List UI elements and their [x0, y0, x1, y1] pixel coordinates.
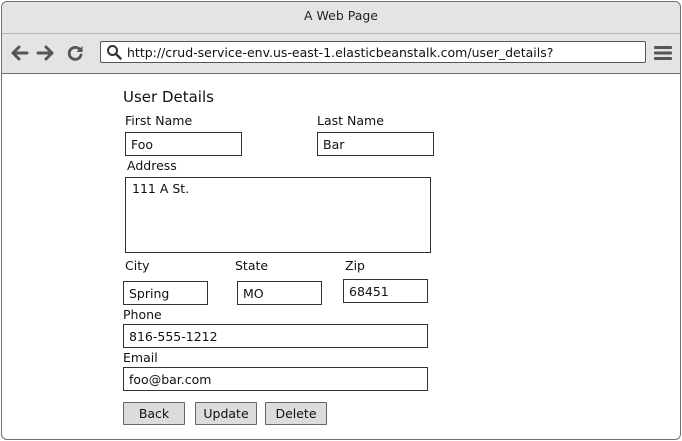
- city-label: City: [125, 258, 150, 273]
- first-name-label: First Name: [125, 113, 193, 128]
- last-name-field[interactable]: [317, 132, 434, 156]
- back-arrow-icon[interactable]: [10, 43, 30, 63]
- phone-field[interactable]: [123, 324, 428, 348]
- url-input[interactable]: [127, 45, 637, 60]
- back-button[interactable]: Back: [123, 402, 185, 425]
- address-bar[interactable]: [100, 41, 646, 63]
- page-content: User Details First Name Last Name Addres…: [2, 74, 680, 438]
- first-name-field[interactable]: [125, 132, 242, 156]
- update-button[interactable]: Update: [195, 402, 257, 425]
- zip-field[interactable]: [343, 279, 428, 303]
- search-icon: [107, 45, 122, 60]
- state-field[interactable]: [237, 281, 322, 305]
- delete-button[interactable]: Delete: [265, 402, 327, 425]
- last-name-label: Last Name: [317, 113, 384, 128]
- phone-label: Phone: [123, 307, 162, 322]
- zip-label: Zip: [345, 258, 365, 273]
- window-title: A Web Page: [303, 8, 378, 23]
- address-label: Address: [127, 158, 177, 173]
- email-field[interactable]: [123, 367, 428, 391]
- title-bar: A Web Page: [2, 2, 680, 34]
- browser-window: A Web Page User Details: [1, 1, 681, 440]
- hamburger-menu-icon[interactable]: [654, 45, 672, 61]
- address-field[interactable]: 111 A St.: [125, 177, 431, 253]
- browser-toolbar: [2, 34, 680, 74]
- reload-icon[interactable]: [65, 43, 85, 63]
- forward-arrow-icon[interactable]: [35, 43, 55, 63]
- state-label: State: [235, 258, 269, 273]
- email-label: Email: [123, 350, 158, 365]
- city-field[interactable]: [123, 281, 208, 305]
- page-title: User Details: [123, 88, 214, 106]
